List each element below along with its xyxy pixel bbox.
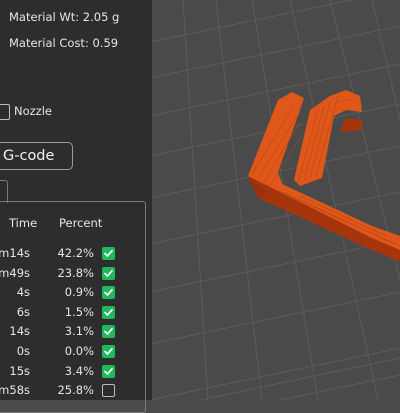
table-row: m58s 25.8% <box>0 383 152 400</box>
table-row: 15s 3.4% <box>0 364 152 381</box>
print-summary-panel: Material Wt: 2.05 g Material Cost: 0.59 … <box>0 0 152 413</box>
nozzle-label: Nozzle <box>14 104 52 118</box>
gcode-button-label: G-code <box>3 148 55 164</box>
row-percent: 25.8% <box>57 383 94 398</box>
check-icon <box>104 347 113 355</box>
export-gcode-button[interactable]: G-code <box>0 142 73 170</box>
row-percent: 1.5% <box>64 304 94 319</box>
percent-header: Percent <box>59 216 103 230</box>
row-percent: 0.0% <box>64 344 94 358</box>
tab-edge[interactable] <box>0 180 8 203</box>
row-visibility-checkbox[interactable] <box>102 364 115 378</box>
row-time: m58s <box>0 383 30 398</box>
row-visibility-checkbox[interactable] <box>102 266 115 280</box>
row-percent: 3.4% <box>64 363 94 378</box>
table-row: 0s 0.0% <box>0 344 152 361</box>
table-row: m14s 42.2% <box>0 246 152 263</box>
row-visibility-checkbox[interactable] <box>102 247 115 260</box>
time-header: Time <box>9 216 38 230</box>
row-time: 6s <box>16 304 30 319</box>
table-row: 14s 3.1% <box>0 324 152 341</box>
row-time: m49s <box>0 265 30 280</box>
row-percent: 3.1% <box>64 324 94 339</box>
row-visibility-checkbox[interactable] <box>102 325 115 339</box>
row-visibility-checkbox[interactable] <box>102 305 115 319</box>
check-icon <box>104 367 113 375</box>
row-visibility-checkbox[interactable] <box>102 384 115 398</box>
row-time: 4s <box>16 285 30 300</box>
row-visibility-checkbox[interactable] <box>102 286 115 300</box>
row-percent: 42.2% <box>57 246 94 260</box>
row-time: m14s <box>0 246 30 260</box>
row-percent: 23.8% <box>57 265 94 280</box>
check-icon <box>104 269 113 277</box>
check-icon <box>104 249 113 257</box>
check-icon <box>104 328 113 336</box>
check-icon <box>104 308 113 316</box>
nozzle-checkbox[interactable] <box>0 104 10 120</box>
row-visibility-checkbox[interactable] <box>102 345 115 358</box>
material-weight: Material Wt: 2.05 g <box>9 10 120 24</box>
check-icon <box>104 289 113 297</box>
row-time: 15s <box>9 363 30 378</box>
table-row: 6s 1.5% <box>0 305 152 322</box>
row-time: 0s <box>16 344 30 358</box>
table-row: m49s 23.8% <box>0 266 152 283</box>
row-time: 14s <box>9 324 30 339</box>
material-cost: Material Cost: 0.59 <box>9 36 119 50</box>
table-row: 4s 0.9% <box>0 285 152 302</box>
row-percent: 0.9% <box>64 285 94 300</box>
